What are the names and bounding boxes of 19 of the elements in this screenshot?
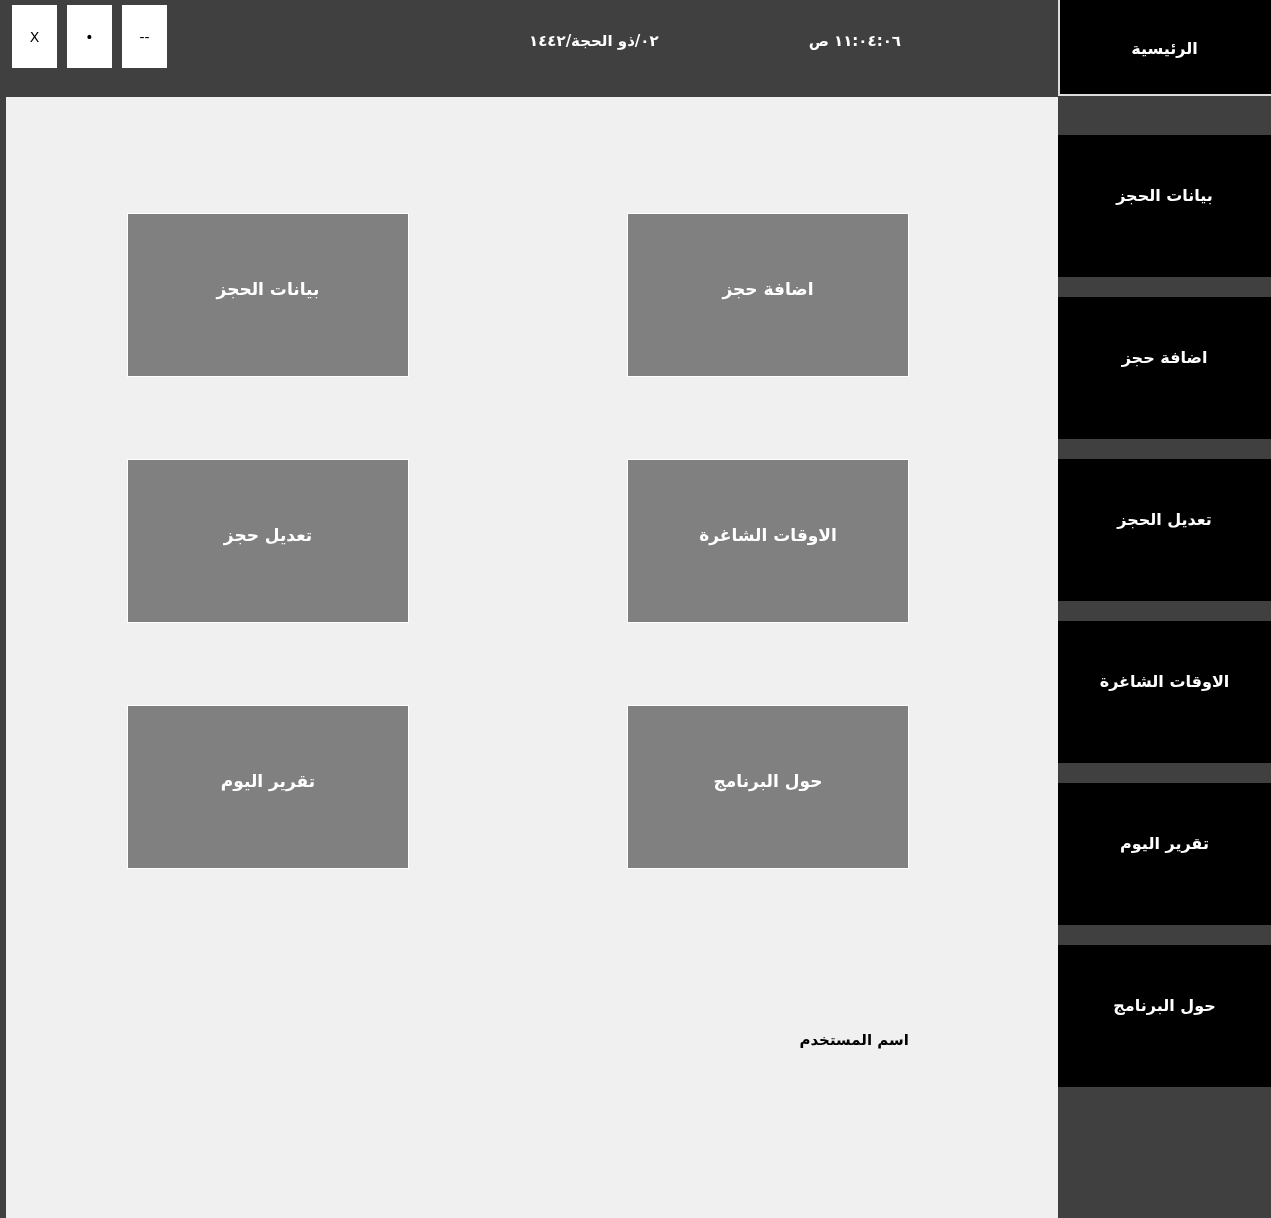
username-label: اسم المستخدم [799,1031,909,1049]
window-control-button[interactable]: X [12,5,57,68]
date-text: ٠٢/ذو الحجة/١٤٤٢ [529,32,659,50]
sidebar-item[interactable]: اضافة حجز [1058,297,1271,439]
sidebar-item[interactable]: الرئيسية [1058,0,1271,96]
menu-tile-button[interactable]: حول البرنامج [627,705,909,869]
menu-tile-button[interactable]: الاوقات الشاغرة [627,459,909,623]
sidebar-item[interactable]: الاوقات الشاغرة [1058,621,1271,763]
menu-tile-button[interactable]: اضافة حجز [627,213,909,377]
menu-tile-button[interactable]: بيانات الحجز [127,213,409,377]
sidebar-item[interactable]: تعديل الحجز [1058,459,1271,601]
time-text: ١١:٠٤:٠٦ ص [808,32,901,50]
window-control-button[interactable]: • [67,5,112,68]
menu-tile-button[interactable]: تقرير اليوم [127,705,409,869]
sidebar-item[interactable]: حول البرنامج [1058,945,1271,1087]
sidebar-item[interactable]: تقرير اليوم [1058,783,1271,925]
menu-tile-button[interactable]: تعديل حجز [127,459,409,623]
window-control-button[interactable]: -- [122,5,167,68]
sidebar-item[interactable]: بيانات الحجز [1058,135,1271,277]
